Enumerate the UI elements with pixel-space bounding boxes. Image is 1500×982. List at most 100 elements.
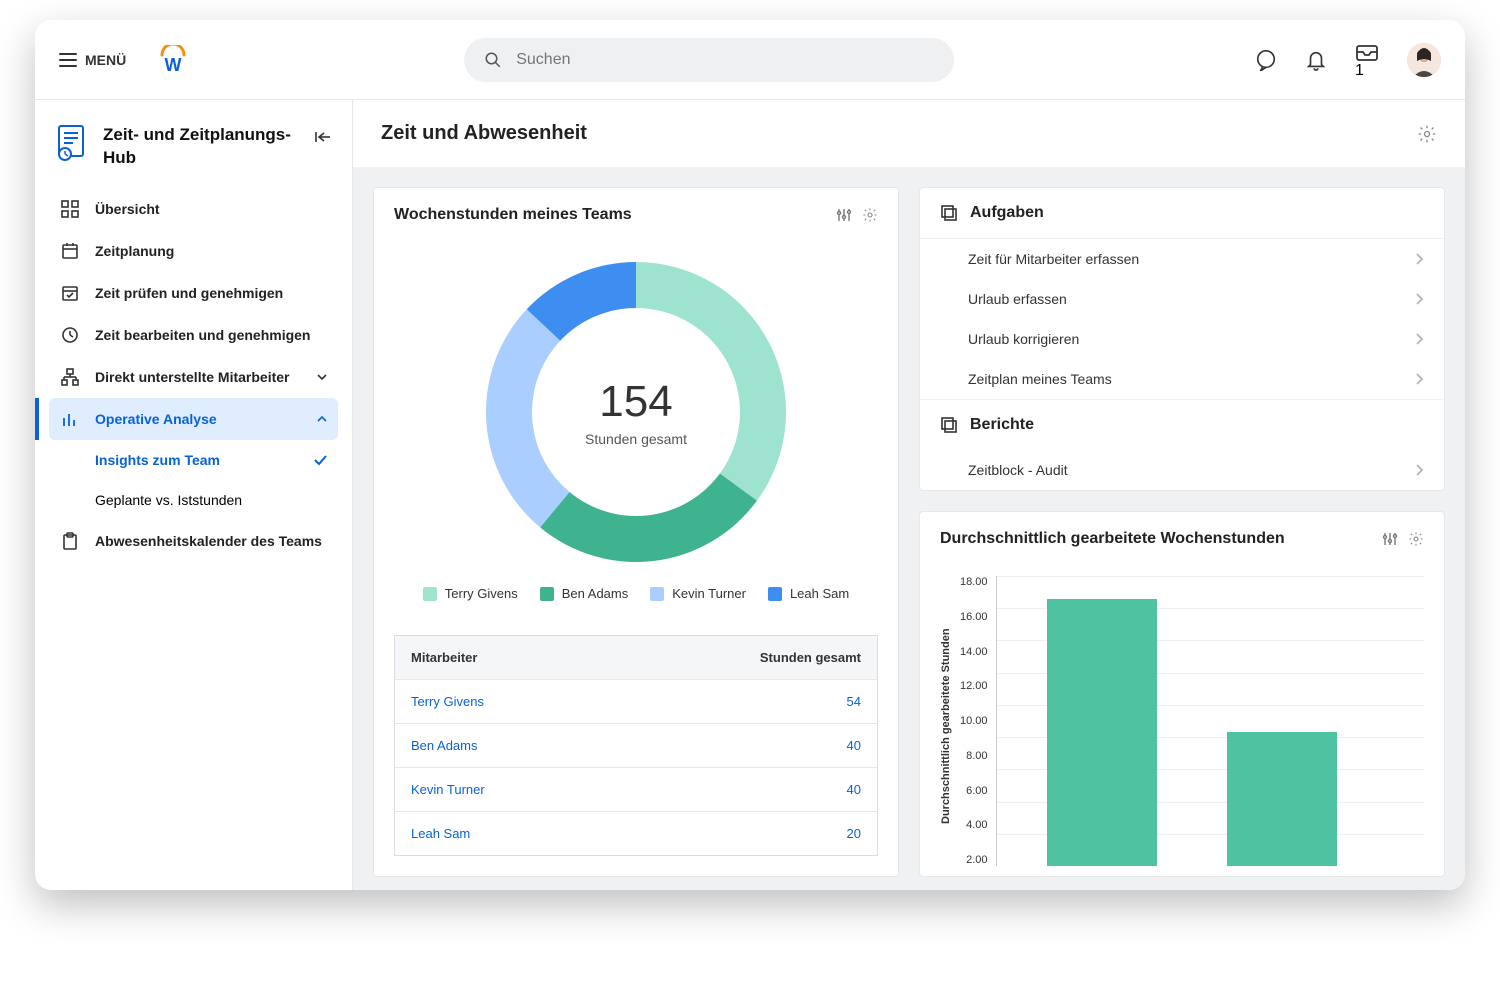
table-row: Kevin Turner40 <box>395 768 877 812</box>
employee-link[interactable]: Terry Givens <box>395 680 717 723</box>
avatar[interactable] <box>1407 43 1441 77</box>
legend-item[interactable]: Ben Adams <box>540 586 629 601</box>
reports-title: Berichte <box>970 416 1034 434</box>
tasks-header: Aufgaben <box>920 188 1444 239</box>
tasks-title: Aufgaben <box>970 204 1044 222</box>
list-item-label: Zeitplan meines Teams <box>968 371 1112 387</box>
legend-item[interactable]: Leah Sam <box>768 586 849 601</box>
ytick: 8.00 <box>960 750 988 762</box>
sidebar-item-label: Zeit prüfen und genehmigen <box>95 285 283 301</box>
menu-button[interactable]: MENÜ <box>59 52 126 68</box>
sidebar-item-label: Operative Analyse <box>95 411 217 427</box>
sidebar-header: Zeit- und Zeitplanungs-Hub <box>49 124 338 188</box>
bar-chart: Durchschnittlich gearbeitete Stunden 18.… <box>920 566 1444 876</box>
ytick: 16.00 <box>960 611 988 623</box>
workday-logo[interactable]: W <box>158 45 188 75</box>
calendar-icon <box>59 242 81 260</box>
search-box[interactable] <box>464 38 954 82</box>
list-item[interactable]: Zeitplan meines Teams <box>920 359 1444 399</box>
bar[interactable] <box>1047 599 1157 866</box>
list-item[interactable]: Zeitblock - Audit <box>920 450 1444 490</box>
search-input[interactable] <box>516 51 934 69</box>
sidebar-item-edit-approve[interactable]: Zeit bearbeiten und genehmigen <box>49 314 338 356</box>
copy-icon <box>940 416 958 434</box>
legend-label: Kevin Turner <box>672 586 746 601</box>
avg-hours-card: Durchschnittlich gearbeitete Wochenstund… <box>919 511 1445 877</box>
bar-chart-icon <box>59 410 81 428</box>
svg-text:W: W <box>165 55 182 75</box>
bell-icon[interactable] <box>1305 49 1327 71</box>
employee-link[interactable]: Leah Sam <box>395 812 717 855</box>
sidebar-item-label: Zeitplanung <box>95 243 174 259</box>
chevron-right-icon <box>1414 332 1424 346</box>
list-item-label: Urlaub korrigieren <box>968 331 1079 347</box>
chat-icon[interactable] <box>1255 49 1277 71</box>
chevron-down-icon <box>316 371 328 383</box>
gear-icon[interactable] <box>1417 124 1437 144</box>
list-item-label: Zeitblock - Audit <box>968 462 1068 478</box>
clipboard-icon <box>59 532 81 550</box>
calendar-check-icon <box>59 284 81 302</box>
sidebar-item-operational-analytics[interactable]: Operative Analyse <box>49 398 338 440</box>
sidebar-sub-planned-actual[interactable]: Geplante vs. Iststunden <box>95 480 338 520</box>
donut-legend: Terry Givens Ben Adams Kevin Turner Leah Sa… <box>423 586 849 601</box>
clock-icon <box>59 326 81 344</box>
employee-link[interactable]: Ben Adams <box>395 724 717 767</box>
search-icon <box>484 51 502 69</box>
legend-label: Ben Adams <box>562 586 629 601</box>
ytick: 2.00 <box>960 854 988 866</box>
reports-header: Berichte <box>920 399 1444 450</box>
inbox-icon[interactable]: 1 <box>1355 40 1379 80</box>
gear-icon[interactable] <box>862 207 878 223</box>
sliders-icon[interactable] <box>1382 531 1398 547</box>
table-row: Ben Adams40 <box>395 724 877 768</box>
sidebar-item-overview[interactable]: Übersicht <box>49 188 338 230</box>
chevron-right-icon <box>1414 292 1424 306</box>
hours-value: 40 <box>717 768 877 811</box>
page-title: Zeit und Abwesenheit <box>381 122 587 145</box>
sidebar-submenu: Insights zum Team Geplante vs. Iststunde… <box>49 440 338 520</box>
grid-icon <box>59 200 81 218</box>
hours-value: 20 <box>717 812 877 855</box>
hours-value: 40 <box>717 724 877 767</box>
gear-icon[interactable] <box>1408 531 1424 547</box>
list-item[interactable]: Zeit für Mitarbeiter erfassen <box>920 239 1444 279</box>
table-col-hours: Stunden gesamt <box>717 636 877 679</box>
sidebar-title: Zeit- und Zeitplanungs-Hub <box>103 124 300 170</box>
list-item-label: Urlaub erfassen <box>968 291 1067 307</box>
sidebar-item-review-approve[interactable]: Zeit prüfen und genehmigen <box>49 272 338 314</box>
legend-label: Leah Sam <box>790 586 849 601</box>
ytick: 14.00 <box>960 646 988 658</box>
sidebar-item-absence-calendar[interactable]: Abwesenheitskalender des Teams <box>49 520 338 562</box>
team-hours-card: Wochenstunden meines Teams 154 Stunden g… <box>373 187 899 877</box>
hours-table: Mitarbeiter Stunden gesamt Terry Givens5… <box>394 635 878 856</box>
card-title: Durchschnittlich gearbeitete Wochenstund… <box>940 530 1285 548</box>
table-row: Terry Givens54 <box>395 680 877 724</box>
collapse-sidebar-icon[interactable] <box>314 130 332 144</box>
sidebar-sub-team-insights[interactable]: Insights zum Team <box>95 440 338 480</box>
inbox-badge: 1 <box>1355 62 1364 79</box>
list-item[interactable]: Urlaub korrigieren <box>920 319 1444 359</box>
donut-chart: 154 Stunden gesamt <box>476 252 796 572</box>
ytick: 10.00 <box>960 715 988 727</box>
sidebar-sub-label: Insights zum Team <box>95 452 220 468</box>
chevron-up-icon <box>316 413 328 425</box>
sidebar-item-label: Abwesenheitskalender des Teams <box>95 533 322 549</box>
chevron-right-icon <box>1414 372 1424 386</box>
list-item-label: Zeit für Mitarbeiter erfassen <box>968 251 1139 267</box>
employee-link[interactable]: Kevin Turner <box>395 768 717 811</box>
sidebar-item-scheduling[interactable]: Zeitplanung <box>49 230 338 272</box>
swatch <box>423 587 437 601</box>
bar[interactable] <box>1227 732 1337 866</box>
sliders-icon[interactable] <box>836 207 852 223</box>
legend-item[interactable]: Terry Givens <box>423 586 518 601</box>
app-window: MENÜ W 1 <box>35 20 1465 890</box>
ytick: 12.00 <box>960 680 988 692</box>
sidebar-item-direct-reports[interactable]: Direkt unterstellte Mitarbeiter <box>49 356 338 398</box>
bar-ylabel: Durchschnittlich gearbeitete Stunden <box>940 576 952 876</box>
check-icon <box>312 452 328 468</box>
list-item[interactable]: Urlaub erfassen <box>920 279 1444 319</box>
legend-item[interactable]: Kevin Turner <box>650 586 746 601</box>
org-icon <box>59 368 81 386</box>
sidebar-item-label: Übersicht <box>95 201 160 217</box>
